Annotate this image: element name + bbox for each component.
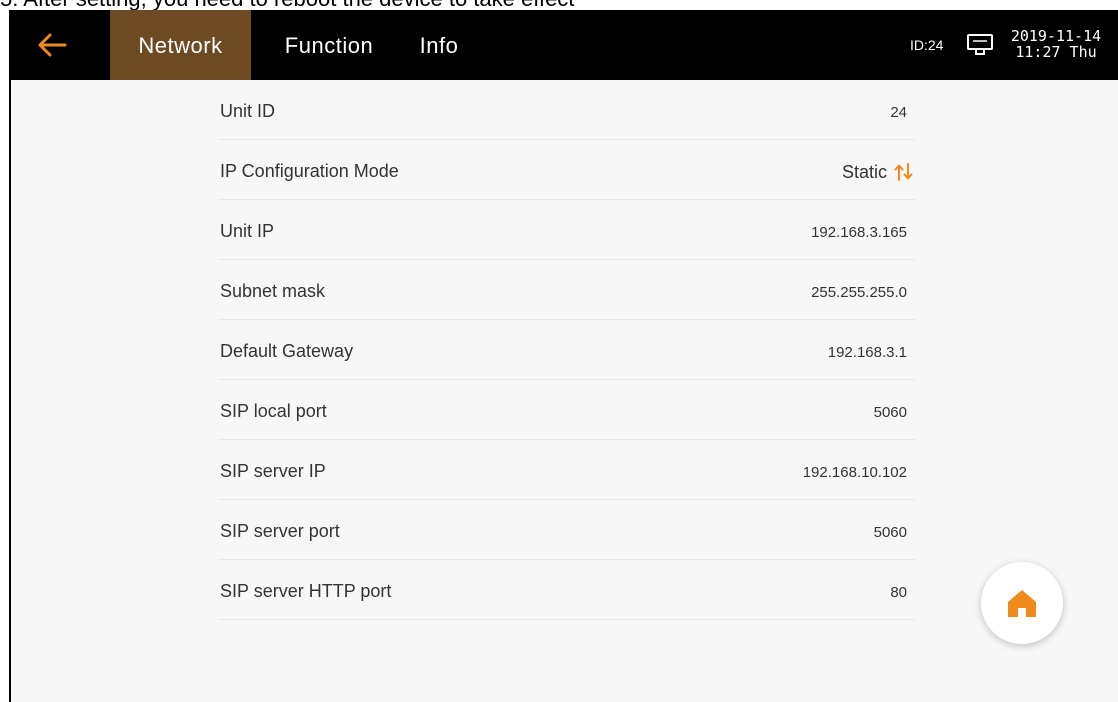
setting-row-default-gateway[interactable]: Default Gateway 192.168.3.1 bbox=[218, 320, 915, 380]
tab-network[interactable]: Network bbox=[110, 10, 251, 80]
setting-label: Subnet mask bbox=[220, 281, 326, 301]
setting-label: SIP local port bbox=[220, 401, 327, 421]
setting-row-sip-server-http-port[interactable]: SIP server HTTP port 80 bbox=[218, 560, 915, 620]
top-bar: Network Function Info ID:24 2019-11-14 1… bbox=[11, 10, 1118, 80]
setting-value: 80 bbox=[890, 584, 907, 601]
setting-value: 255.255.255.0 bbox=[811, 284, 907, 301]
setting-row-unit-id[interactable]: Unit ID 24 bbox=[218, 80, 915, 140]
time-text: 11:27 Thu bbox=[1015, 43, 1097, 61]
page: 5. After setting, you need to reboot the… bbox=[0, 0, 1118, 702]
datetime: 2019-11-14 11:27 Thu bbox=[1002, 28, 1110, 60]
arrow-left-icon bbox=[38, 33, 67, 57]
setting-value: 5060 bbox=[873, 404, 907, 421]
home-icon bbox=[1008, 590, 1036, 617]
setting-value: 192.168.3.165 bbox=[811, 224, 907, 241]
setting-label: SIP server port bbox=[220, 521, 340, 541]
setting-value: 5060 bbox=[873, 524, 907, 541]
ip-mode-selector[interactable]: Static bbox=[842, 161, 915, 183]
setting-row-sip-server-port[interactable]: SIP server port 5060 bbox=[218, 500, 915, 560]
setting-label: IP Configuration Mode bbox=[220, 161, 399, 181]
tab-function[interactable]: Function bbox=[264, 10, 394, 80]
setting-label: Unit IP bbox=[220, 221, 275, 241]
setting-row-sip-server-ip[interactable]: SIP server IP 192.168.10.102 bbox=[218, 440, 915, 500]
device-id-label: ID:24 bbox=[910, 37, 944, 53]
setting-row-sip-local-port[interactable]: SIP local port 5060 bbox=[218, 380, 915, 440]
setting-value: 192.168.3.1 bbox=[827, 344, 907, 361]
setting-label: SIP server IP bbox=[220, 461, 326, 481]
setting-label: Unit ID bbox=[220, 101, 276, 121]
setting-row-ip-mode[interactable]: IP Configuration Mode Static bbox=[218, 140, 915, 200]
home-button[interactable] bbox=[981, 562, 1063, 644]
back-button[interactable] bbox=[31, 24, 73, 66]
monitor-icon bbox=[967, 34, 993, 55]
setting-value: 192.168.10.102 bbox=[802, 464, 907, 481]
setting-value: Static bbox=[841, 161, 887, 182]
setting-label: Default Gateway bbox=[220, 341, 354, 361]
setting-label: SIP server HTTP port bbox=[220, 581, 392, 601]
tab-info[interactable]: Info bbox=[404, 10, 474, 80]
settings-list: Unit ID 24 IP Configuration Mode Static … bbox=[218, 80, 915, 620]
swap-icon bbox=[894, 163, 913, 181]
setting-row-subnet-mask[interactable]: Subnet mask 255.255.255.0 bbox=[218, 260, 915, 320]
date-text: 2019-11-14 bbox=[1010, 27, 1102, 45]
setting-row-unit-ip[interactable]: Unit IP 192.168.3.165 bbox=[218, 200, 915, 260]
device-screen: Network Function Info ID:24 2019-11-14 1… bbox=[9, 10, 1118, 702]
setting-value: 24 bbox=[890, 104, 907, 121]
instruction-caption: 5. After setting, you need to reboot the… bbox=[0, 0, 1118, 10]
status-area: ID:24 2019-11-14 11:27 Thu bbox=[898, 10, 1118, 80]
